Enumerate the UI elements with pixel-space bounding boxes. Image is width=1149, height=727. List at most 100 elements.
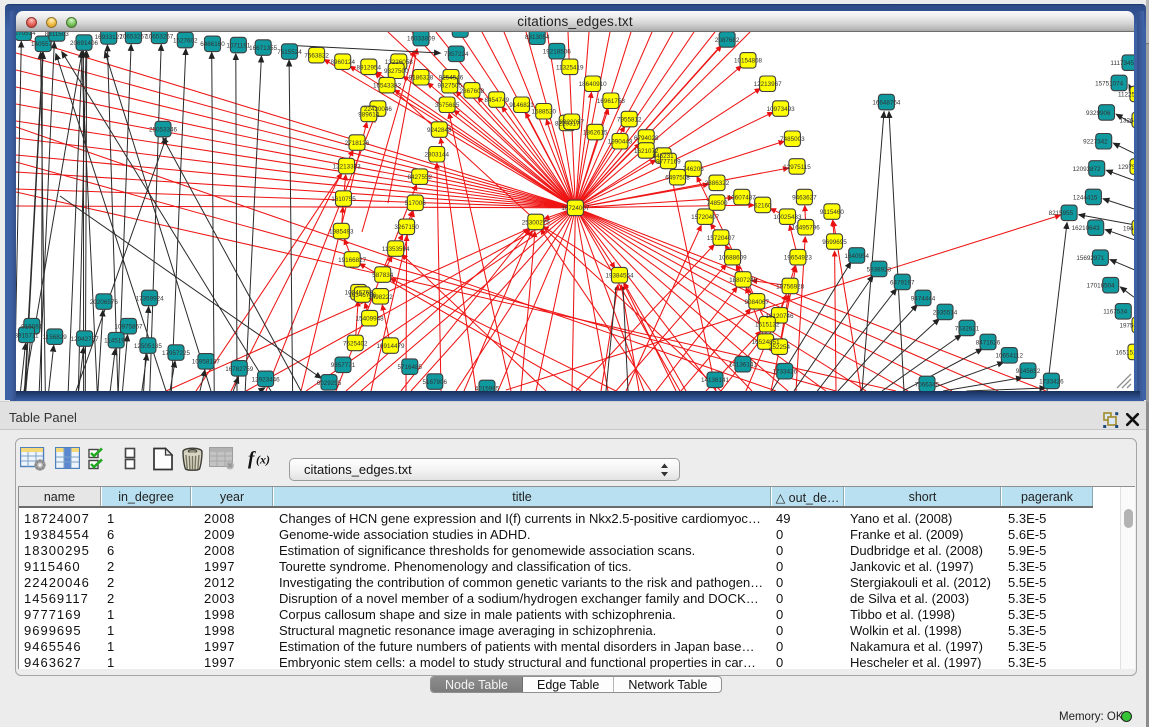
svg-text:16210643: 16210643 xyxy=(1072,225,1101,232)
svg-text:16782759: 16782759 xyxy=(225,366,254,373)
svg-text:10025433: 10025433 xyxy=(773,214,802,221)
svg-text:20206576: 20206576 xyxy=(90,299,119,306)
svg-text:14136141: 14136141 xyxy=(701,377,730,384)
svg-text:19384554: 19384554 xyxy=(605,273,634,280)
svg-text:9115460: 9115460 xyxy=(820,209,845,216)
svg-text:1122543: 1122543 xyxy=(1118,91,1134,98)
svg-text:8186328: 8186328 xyxy=(409,75,434,82)
svg-text:8454749: 8454749 xyxy=(484,97,509,104)
svg-text:17016504: 17016504 xyxy=(1087,283,1116,290)
svg-text:10688609: 10688609 xyxy=(719,255,748,262)
svg-text:16120746: 16120746 xyxy=(765,313,794,320)
svg-text:2935514: 2935514 xyxy=(933,309,958,316)
svg-text:9245652: 9245652 xyxy=(1016,368,1041,375)
svg-text:7625402: 7625402 xyxy=(343,340,368,347)
svg-text:1297511: 1297511 xyxy=(1118,164,1134,171)
svg-text:7632621: 7632621 xyxy=(955,325,980,332)
svg-text:12213383: 12213383 xyxy=(333,164,362,171)
svg-text:1145194: 1145194 xyxy=(104,338,129,345)
svg-text:7515524: 7515524 xyxy=(277,49,302,56)
svg-text:10975867: 10975867 xyxy=(114,324,143,331)
svg-text:1156829: 1156829 xyxy=(43,334,68,341)
svg-text:11325419: 11325419 xyxy=(556,64,584,71)
svg-text:25300275: 25300275 xyxy=(522,219,551,226)
svg-text:3675685: 3675685 xyxy=(435,102,460,109)
svg-text:587834: 587834 xyxy=(372,272,394,279)
svg-text:1975692: 1975692 xyxy=(1119,322,1134,329)
svg-text:25053346: 25053346 xyxy=(149,127,178,134)
svg-text:18724007: 18724007 xyxy=(561,205,590,212)
svg-text:2386322: 2386322 xyxy=(705,180,730,187)
svg-text:1615132: 1615132 xyxy=(755,322,780,329)
svg-text:1640954: 1640954 xyxy=(844,253,869,260)
svg-text:1651512: 1651512 xyxy=(1115,349,1134,356)
svg-text:1985493: 1985493 xyxy=(329,229,354,236)
svg-text:5938923: 5938923 xyxy=(867,266,892,273)
svg-text:12505135: 12505135 xyxy=(134,343,163,350)
svg-text:5716485: 5716485 xyxy=(398,364,423,371)
svg-text:8215955: 8215955 xyxy=(1049,210,1074,217)
svg-text:1167534: 1167534 xyxy=(1103,309,1128,316)
svg-text:6794028: 6794028 xyxy=(634,135,659,142)
svg-text:7955812: 7955812 xyxy=(617,117,642,124)
svg-text:12923446: 12923446 xyxy=(252,376,281,383)
svg-text:12213967: 12213967 xyxy=(754,81,783,88)
svg-text:12093872: 12093872 xyxy=(1073,166,1102,173)
svg-text:11353594: 11353594 xyxy=(382,246,410,253)
svg-text:10607487: 10607487 xyxy=(728,195,757,202)
svg-text:9857771: 9857771 xyxy=(331,362,356,369)
svg-text:9463627: 9463627 xyxy=(792,195,817,202)
svg-text:2718126: 2718126 xyxy=(345,140,370,147)
svg-text:19166827: 19166827 xyxy=(338,257,367,264)
svg-text:12975115: 12975115 xyxy=(783,164,811,171)
svg-text:915061: 915061 xyxy=(21,324,43,331)
svg-text:16543382: 16543382 xyxy=(373,83,402,90)
svg-text:7066345: 7066345 xyxy=(915,381,940,388)
svg-text:16033809: 16033809 xyxy=(407,36,436,43)
svg-text:7357224: 7357224 xyxy=(444,51,469,58)
svg-text:f: f xyxy=(248,449,256,470)
svg-text:1362615: 1362615 xyxy=(583,130,608,137)
svg-text:15751074: 15751074 xyxy=(1095,80,1124,87)
svg-text:17359924: 17359924 xyxy=(136,295,165,302)
svg-text:13226058: 13226058 xyxy=(385,59,414,66)
svg-text:16961758: 16961758 xyxy=(597,98,626,105)
svg-text:1326409: 1326409 xyxy=(1119,117,1134,124)
svg-text:16495796: 16495796 xyxy=(792,225,821,232)
svg-text:2087682: 2087682 xyxy=(715,37,740,44)
svg-text:6466160: 6466160 xyxy=(200,41,225,48)
svg-text:517006: 517006 xyxy=(405,200,427,207)
svg-text:16671355: 16671355 xyxy=(249,45,278,52)
svg-text:17957225: 17957225 xyxy=(162,350,191,357)
svg-text:8471626: 8471626 xyxy=(976,339,1001,346)
svg-text:9254546: 9254546 xyxy=(439,75,464,82)
svg-text:989614: 989614 xyxy=(358,111,380,118)
svg-text:8960124: 8960124 xyxy=(330,59,355,66)
svg-text:19756928: 19756928 xyxy=(776,283,805,290)
svg-text:12942737: 12942737 xyxy=(71,336,100,343)
svg-text:1990443: 1990443 xyxy=(608,139,633,146)
svg-text:16914479: 16914479 xyxy=(376,343,405,350)
svg-text:252254: 252254 xyxy=(769,344,791,351)
svg-text:9227342: 9227342 xyxy=(1083,139,1108,146)
svg-text:10653267: 10653267 xyxy=(119,33,148,40)
svg-text:(x): (x) xyxy=(256,453,270,467)
svg-text:1527602: 1527602 xyxy=(173,38,198,45)
svg-text:8427552: 8427552 xyxy=(407,174,432,181)
svg-text:20691406: 20691406 xyxy=(70,40,99,47)
svg-text:19218506: 19218506 xyxy=(543,49,572,56)
svg-text:10154808: 10154808 xyxy=(734,58,763,65)
svg-text:7663822: 7663822 xyxy=(304,53,329,60)
svg-text:9699695: 9699695 xyxy=(822,239,847,246)
svg-text:1588520: 1588520 xyxy=(531,109,556,116)
svg-text:4015985: 4015985 xyxy=(475,385,500,391)
svg-text:9474444: 9474444 xyxy=(911,295,936,302)
svg-text:1610755: 1610755 xyxy=(331,196,356,203)
svg-text:2867608: 2867608 xyxy=(460,88,485,95)
svg-text:8813054: 8813054 xyxy=(525,34,550,41)
svg-text:9084067: 9084067 xyxy=(745,299,770,306)
svg-text:62160: 62160 xyxy=(754,202,772,209)
svg-text:19654923: 19654923 xyxy=(784,255,813,262)
svg-text:8912954: 8912954 xyxy=(357,64,382,71)
svg-text:9242848: 9242848 xyxy=(427,127,452,134)
